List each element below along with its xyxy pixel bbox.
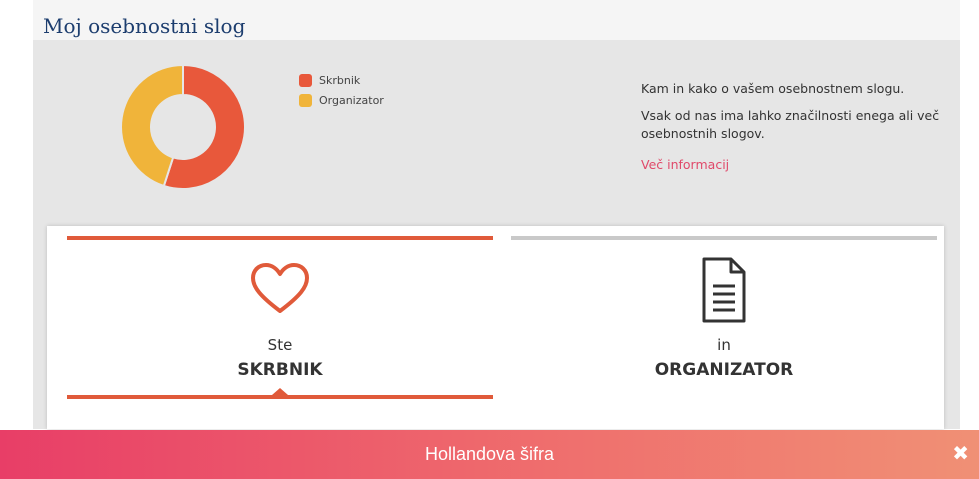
personality-card: Ste SKRBNIK in ORGANIZATOR xyxy=(47,226,944,429)
tab-name: SKRBNIK xyxy=(237,360,323,380)
tab-prefix: Ste xyxy=(267,336,293,354)
tab-top-bar xyxy=(67,236,493,240)
info-line: Kam in kako o vašem osebnostnem slogu. xyxy=(641,81,905,96)
tab-top-bar xyxy=(511,236,937,240)
document-icon xyxy=(702,257,746,323)
legend-item-skrbnik: Skrbnik xyxy=(299,70,384,90)
legend-swatch xyxy=(299,73,312,87)
footer-bar[interactable]: Hollandova šifra ✖ xyxy=(0,430,979,479)
legend-item-organizator: Organizator xyxy=(299,90,384,110)
footer-label: Hollandova šifra xyxy=(424,444,555,464)
info-line: Vsak od nas ima lahko značilnosti enega … xyxy=(641,108,940,141)
legend-label: Skrbnik xyxy=(319,73,361,87)
info-text: Kam in kako o vašem osebnostnem slogu. V… xyxy=(641,80,941,174)
donut-chart xyxy=(120,64,246,190)
active-indicator xyxy=(67,395,493,399)
active-caret xyxy=(272,388,288,395)
page-title: Moj osebnostni slog xyxy=(43,14,246,38)
tab-prefix: in xyxy=(717,336,731,354)
page-header: Moj osebnostni slog xyxy=(33,0,960,40)
legend-label: Organizator xyxy=(319,93,384,107)
close-icon[interactable]: ✖ xyxy=(952,443,969,463)
more-info-link[interactable]: Več informacij xyxy=(641,156,729,174)
heart-icon xyxy=(251,263,309,313)
chart-legend: Skrbnik Organizator xyxy=(299,70,384,110)
tab-organizator[interactable]: in ORGANIZATOR xyxy=(511,226,937,429)
legend-swatch xyxy=(299,93,312,107)
tab-skrbnik[interactable]: Ste SKRBNIK xyxy=(67,226,493,429)
tab-name: ORGANIZATOR xyxy=(654,360,794,380)
